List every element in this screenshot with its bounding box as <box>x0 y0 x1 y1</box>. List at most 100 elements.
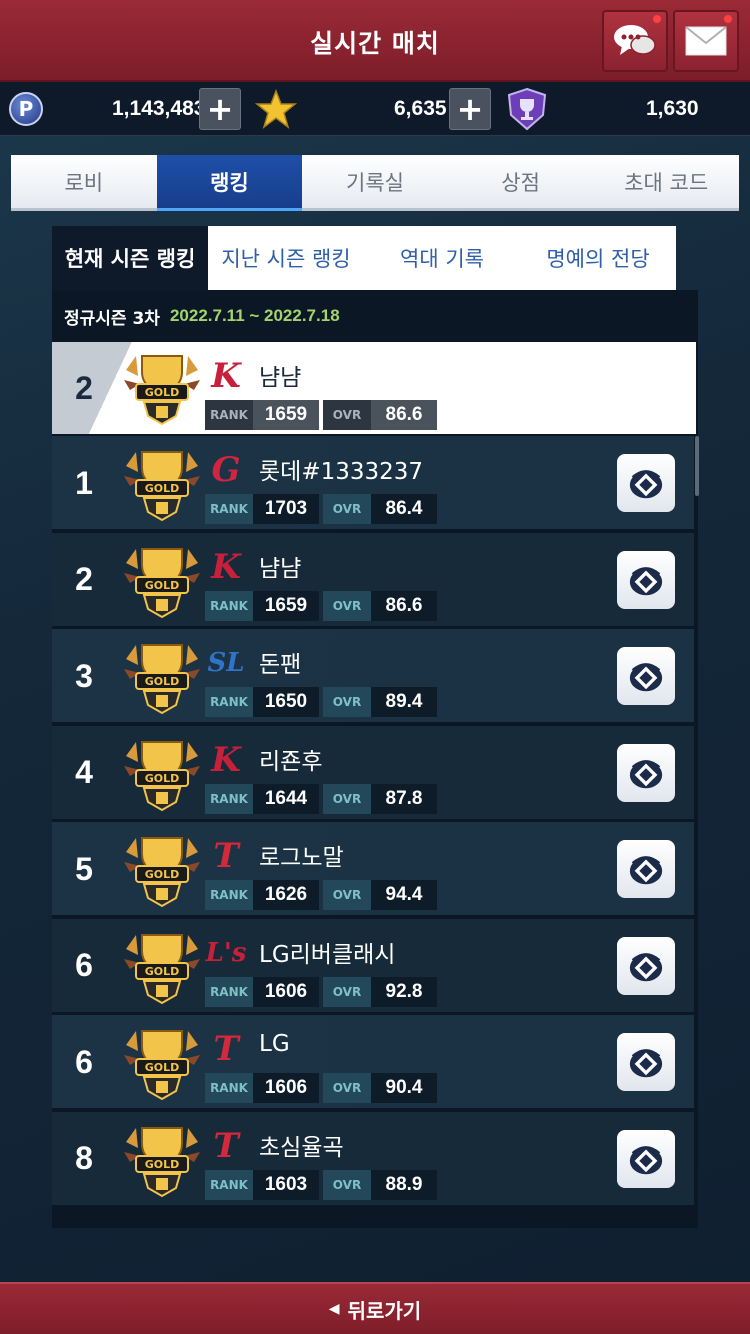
notification-dot <box>653 15 661 23</box>
rank-label: RANK <box>205 1169 253 1200</box>
view-stadium-button[interactable] <box>617 936 675 995</box>
team-logo-icon: T <box>213 1125 239 1166</box>
ovr-value: 87.8 <box>371 783 437 814</box>
rank-label: RANK <box>205 1073 253 1103</box>
tab-invite-code[interactable]: 초대 코드 <box>593 155 739 208</box>
stadium-icon <box>629 856 663 885</box>
ovr-score: OVR 88.9 <box>323 1169 437 1200</box>
chat-button[interactable] <box>602 10 668 72</box>
tier-label: GOLD <box>145 482 180 495</box>
view-stadium-button[interactable] <box>617 840 675 898</box>
tier-label: GOLD <box>145 772 180 785</box>
ovr-score: OVR 92.8 <box>323 976 437 1007</box>
rank-label: RANK <box>205 880 253 910</box>
points-amount: 1,143,483 <box>112 97 206 120</box>
rank-score: RANK 1626 <box>205 880 319 910</box>
gold-tier-badge-icon: GOLD <box>122 446 202 522</box>
mail-button[interactable] <box>673 10 739 72</box>
back-label: 뒤로가기 <box>347 1298 422 1323</box>
rank-position: 5 <box>75 850 93 887</box>
stadium-icon <box>629 470 663 499</box>
add-points-button[interactable]: + <box>199 88 241 130</box>
stadium-icon <box>629 952 663 981</box>
season-dates: 2022.7.11 ~ 2022.7.18 <box>169 306 340 325</box>
tier-label: GOLD <box>145 386 180 399</box>
stadium-icon <box>629 1145 663 1174</box>
ovr-value: 89.4 <box>371 687 437 717</box>
sub-tabs: 현재 시즌 랭킹 지난 시즌 랭킹 역대 기록 명예의 전당 <box>52 226 676 290</box>
ranking-row[interactable]: 6 GOLD T LG RANK 1606 OVR 90.4 <box>52 1015 694 1109</box>
chat-bubbles-icon <box>614 25 656 55</box>
list-scrollbar[interactable] <box>695 436 699 496</box>
subtab-last-season[interactable]: 지난 시즌 랭킹 <box>208 226 364 290</box>
ovr-score: OVR 94.4 <box>323 880 437 910</box>
ovr-label: OVR <box>323 687 371 717</box>
rank-value: 1606 <box>253 976 319 1007</box>
rank-position: 8 <box>75 1140 93 1176</box>
tier-label: GOLD <box>145 965 180 978</box>
add-stars-button[interactable]: + <box>449 88 491 130</box>
stadium-icon <box>629 1049 663 1078</box>
ovr-score: OVR 86.6 <box>323 590 437 621</box>
tab-records[interactable]: 기록실 <box>302 155 448 208</box>
rank-value: 1603 <box>253 1169 319 1200</box>
player-name: LG리버클래시 <box>259 941 396 968</box>
tier-label: GOLD <box>145 1158 180 1171</box>
tier-label: GOLD <box>145 868 180 881</box>
tier-label: GOLD <box>145 579 180 592</box>
view-stadium-button[interactable] <box>617 454 675 512</box>
team-logo-icon: L's <box>205 937 247 968</box>
rank-score: RANK 1659 <box>205 400 319 430</box>
ranking-row[interactable]: 3 GOLD SL 돈팬 RANK 1650 OVR 89.4 <box>52 629 694 723</box>
ovr-label: OVR <box>323 400 371 430</box>
player-name: 초심율곡 <box>259 1134 344 1161</box>
ovr-score: OVR 87.8 <box>323 783 437 814</box>
ranking-row[interactable]: 1 GOLD G 롯데#1333237 RANK 1703 OVR 86.4 <box>52 436 694 530</box>
tab-lobby[interactable]: 로비 <box>11 155 157 208</box>
back-button[interactable]: ◀ 뒤로가기 <box>0 1282 750 1334</box>
tab-shop[interactable]: 상점 <box>448 155 594 208</box>
subtab-hall-of-fame[interactable]: 명예의 전당 <box>520 226 676 290</box>
gold-tier-badge-icon: GOLD <box>122 350 202 426</box>
point-coin-icon: P <box>9 92 43 126</box>
view-stadium-button[interactable] <box>617 1129 675 1188</box>
rank-label: RANK <box>205 783 253 814</box>
ranking-row[interactable]: 8 GOLD T 초심율곡 RANK 1603 OVR 88.9 <box>52 1111 694 1206</box>
view-stadium-button[interactable] <box>617 1033 675 1091</box>
ovr-value: 88.9 <box>371 1169 437 1200</box>
rank-position: 6 <box>75 947 93 983</box>
view-stadium-button[interactable] <box>617 647 675 705</box>
ranking-row[interactable]: 6 GOLD L's LG리버클래시 RANK 1606 OVR 92.8 <box>52 918 694 1013</box>
view-stadium-button[interactable] <box>617 743 675 802</box>
trophy-shield-icon <box>507 87 547 131</box>
ovr-value: 94.4 <box>371 880 437 910</box>
view-stadium-button[interactable] <box>617 550 675 609</box>
rank-label: RANK <box>205 590 253 621</box>
rank-position: 2 <box>75 369 93 406</box>
rank-value: 1606 <box>253 1073 319 1103</box>
team-logo-icon: SL <box>207 648 245 678</box>
ovr-value: 90.4 <box>371 1073 437 1103</box>
notification-dot <box>724 15 732 23</box>
rank-position: 4 <box>75 754 93 790</box>
rank-score: RANK 1659 <box>205 590 319 621</box>
ranking-row[interactable]: 4 GOLD K 리죤후 RANK 1644 OVR 87.8 <box>52 725 694 820</box>
tab-ranking[interactable]: 랭킹 <box>156 155 303 211</box>
ranking-row[interactable]: 5 GOLD T 로그노말 RANK 1626 OVR 94.4 <box>52 822 694 916</box>
mail-envelope-icon <box>685 26 727 56</box>
ranking-row[interactable]: 2 GOLD K 냠냠 RANK 1659 OVR 86.6 <box>52 532 694 627</box>
subtab-all-time[interactable]: 역대 기록 <box>364 226 520 290</box>
season-info: 정규시즌 3차 2022.7.11 ~ 2022.7.18 <box>52 290 698 342</box>
rank-value: 1659 <box>253 590 319 621</box>
tier-label: GOLD <box>145 1061 180 1074</box>
rank-value: 1703 <box>253 494 319 524</box>
rank-label: RANK <box>205 494 253 524</box>
ovr-score: OVR 86.4 <box>323 494 437 524</box>
player-name: 로그노말 <box>259 845 344 871</box>
ovr-label: OVR <box>323 783 371 814</box>
rank-value: 1650 <box>253 687 319 717</box>
ranking-list[interactable]: 1 GOLD G 롯데#1333237 RANK 1703 OVR 86.4 2 GOLD K… <box>52 436 696 1228</box>
ovr-label: OVR <box>323 1169 371 1200</box>
rank-position: 2 <box>75 561 93 597</box>
subtab-current-season[interactable]: 현재 시즌 랭킹 <box>52 226 208 290</box>
